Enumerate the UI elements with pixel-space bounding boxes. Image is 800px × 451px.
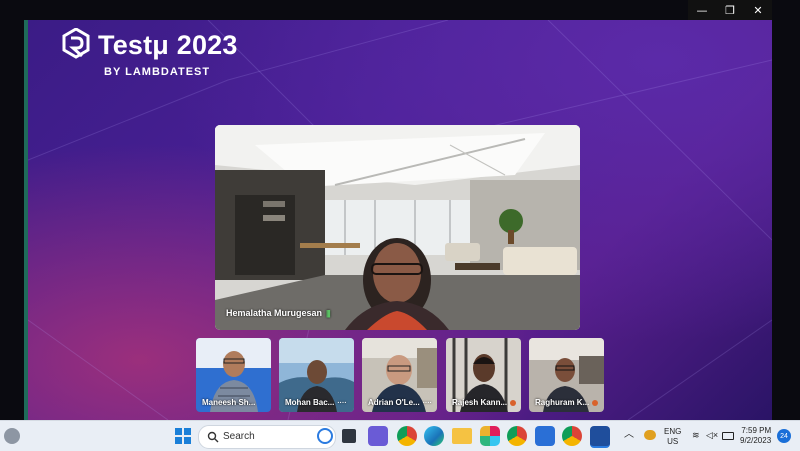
participant-name: Maneesh Sh... [202, 398, 256, 407]
teams-icon[interactable] [368, 426, 388, 446]
media-player-icon[interactable] [590, 426, 610, 448]
time: 7:59 PM [741, 426, 772, 435]
minimize-button[interactable]: — [688, 0, 716, 20]
bing-icon [317, 428, 333, 444]
participant-tile[interactable]: Maneesh Sh... [196, 338, 271, 412]
restore-button[interactable]: ❐ [716, 0, 744, 20]
office-background-image [215, 125, 580, 330]
participant-name-tag: Adrian O'Le... ···· [368, 398, 432, 407]
close-button[interactable]: ✕ [744, 0, 772, 20]
battery-icon[interactable] [722, 432, 734, 440]
right-border [772, 0, 800, 420]
language-label: ENG [664, 427, 682, 436]
start-windows-icon[interactable] [173, 426, 193, 446]
participant-name: Raghuram K... [535, 398, 590, 407]
wifi-icon[interactable]: ≋ [692, 430, 700, 440]
notification-count: 24 [780, 432, 788, 440]
title-bar: — ❐ ✕ [28, 0, 772, 20]
date: 9/2/2023 [740, 436, 772, 445]
task-view-icon[interactable] [342, 429, 356, 443]
clock[interactable]: 7:59 PM 9/2/2023 [740, 426, 771, 446]
slack-icon[interactable] [480, 426, 500, 446]
chrome-icon[interactable] [397, 426, 417, 446]
search-placeholder: Search [223, 431, 255, 442]
main-speaker-name: Hemalatha Murugesan [226, 308, 323, 318]
region-label: US [667, 437, 679, 446]
participant-name: Rajesh Kann... [452, 398, 508, 407]
widgets-icon[interactable] [4, 428, 20, 444]
participant-tile[interactable]: Rajesh Kann... [446, 338, 521, 412]
taskbar-search[interactable]: Search [198, 425, 336, 449]
more-indicator: ···· [337, 400, 347, 407]
left-border [0, 0, 28, 420]
event-subtitle: BY LAMBDATEST [104, 66, 211, 78]
chrome-icon[interactable] [507, 426, 527, 446]
windows-taskbar: Search ︿ ENG US ≋ ◁× 7:59 PM 9/2/2023 24 [0, 420, 800, 451]
app-blue-icon[interactable] [535, 426, 555, 446]
language-indicator[interactable]: ENG US [664, 427, 681, 447]
window-controls: — ❐ ✕ [688, 0, 772, 20]
audio-level-icon: ||| [326, 309, 331, 318]
search-icon [207, 431, 219, 443]
event-title: Testμ 2023 [98, 30, 238, 60]
file-explorer-icon[interactable] [452, 428, 472, 444]
testmu-logo-icon [62, 28, 90, 59]
participant-name-tag: Raghuram K... [535, 398, 599, 407]
participant-name: Mohan Bac... [285, 398, 335, 407]
participant-tile[interactable]: Adrian O'Le... ···· [362, 338, 437, 412]
more-indicator: ···· [422, 400, 433, 407]
participant-name-tag: Rajesh Kann... [452, 398, 517, 407]
edge-icon[interactable] [424, 426, 444, 446]
chevron-up-icon[interactable]: ︿ [624, 430, 634, 440]
participant-name: Adrian O'Le... [368, 398, 420, 407]
mic-muted-icon [510, 399, 517, 406]
participant-tile[interactable]: Raghuram K... [529, 338, 604, 412]
main-speaker-video[interactable]: Hemalatha Murugesan ||| [215, 125, 580, 330]
cloud-icon[interactable] [644, 430, 656, 440]
participant-name-tag: Mohan Bac... ···· [285, 398, 347, 407]
participant-tile[interactable]: Mohan Bac... ···· [279, 338, 354, 412]
chrome-icon[interactable] [562, 426, 582, 446]
notification-badge[interactable]: 24 [777, 429, 791, 443]
mic-muted-icon [592, 399, 599, 406]
main-speaker-name-tag: Hemalatha Murugesan ||| [226, 308, 331, 318]
volume-icon[interactable]: ◁× [706, 430, 718, 440]
